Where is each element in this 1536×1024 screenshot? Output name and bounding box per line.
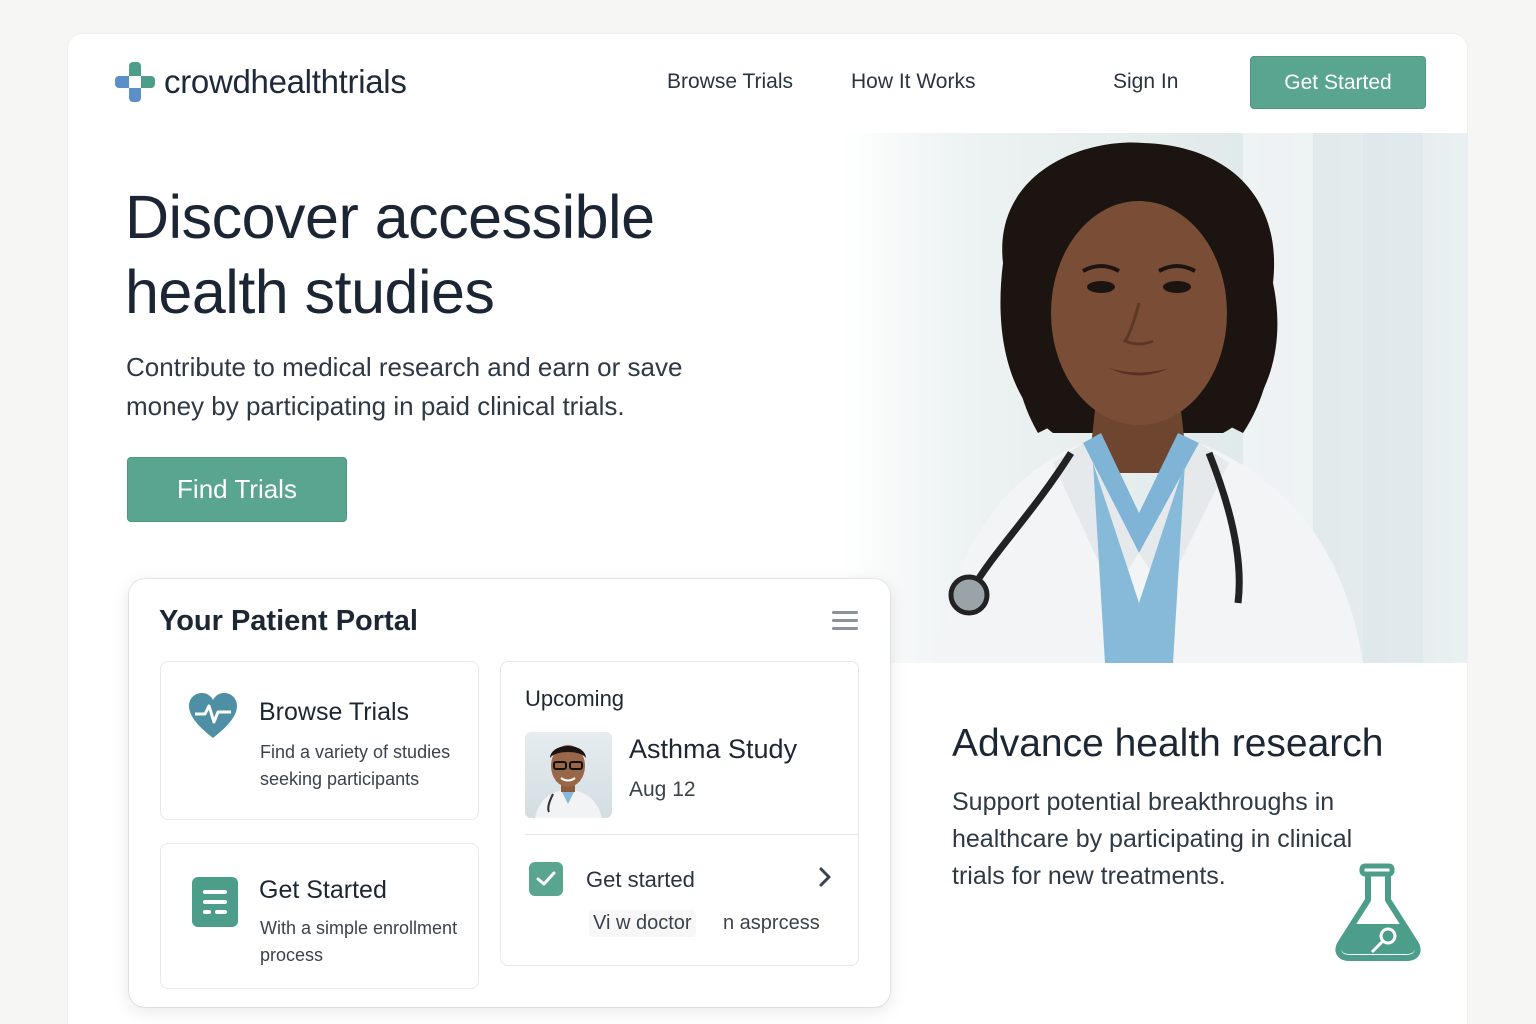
task-get-started[interactable]: Get started [586,867,695,893]
nav-sign-in[interactable]: Sign In [1113,70,1178,94]
study-date: Aug 12 [629,778,696,801]
chevron-right-icon[interactable] [818,866,832,888]
document-icon [192,877,238,927]
hero-title: Discover accessible health studies [125,183,655,326]
divider [525,834,858,835]
browse-trials-title: Browse Trials [259,698,410,726]
advance-title: Advance health research [952,722,1384,765]
doctor-illustration [938,133,1423,663]
page: crowdhealthtrials Browse Trials How It W… [68,34,1467,1024]
browse-trials-card[interactable]: Browse Trials Find a variety of studies … [160,661,479,820]
nav-browse-trials[interactable]: Browse Trials [667,70,793,94]
get-started-title: Get Started [259,876,387,904]
doctor-avatar [525,732,612,818]
doctor-photo [843,133,1467,663]
get-started-description: With a simple enrollment process [260,918,458,965]
get-started-button[interactable]: Get Started [1250,56,1426,109]
hero-subtitle: Contribute to medical research and earn … [126,352,683,421]
view-doctor-link[interactable]: Vi w doctor [589,910,696,937]
nav-how-it-works[interactable]: How It Works [851,70,975,94]
portal-title: Your Patient Portal [159,605,418,637]
upcoming-card: Upcoming Asthma Study Aug 12 Get started… [500,661,859,966]
medical-cross-logo-icon [115,62,155,102]
logo[interactable]: crowdhealthtrials [114,60,407,104]
process-link[interactable]: n asprcess [723,912,820,935]
study-name[interactable]: Asthma Study [629,734,797,765]
advance-description: Support potential breakthroughs in healt… [952,788,1353,890]
patient-portal-card: Your Patient Portal Browse Trials Find a… [129,579,890,1007]
find-trials-button[interactable]: Find Trials [127,457,347,522]
heart-pulse-icon [189,693,237,738]
browse-trials-description: Find a variety of studies seeking partic… [260,742,451,789]
get-started-card[interactable]: Get Started With a simple enrollment pro… [160,843,479,989]
check-icon[interactable] [529,862,563,896]
hamburger-menu-icon[interactable] [832,611,858,631]
brand-name: crowdhealthtrials [164,63,407,100]
flask-icon [1335,863,1421,961]
upcoming-label: Upcoming [525,686,625,711]
